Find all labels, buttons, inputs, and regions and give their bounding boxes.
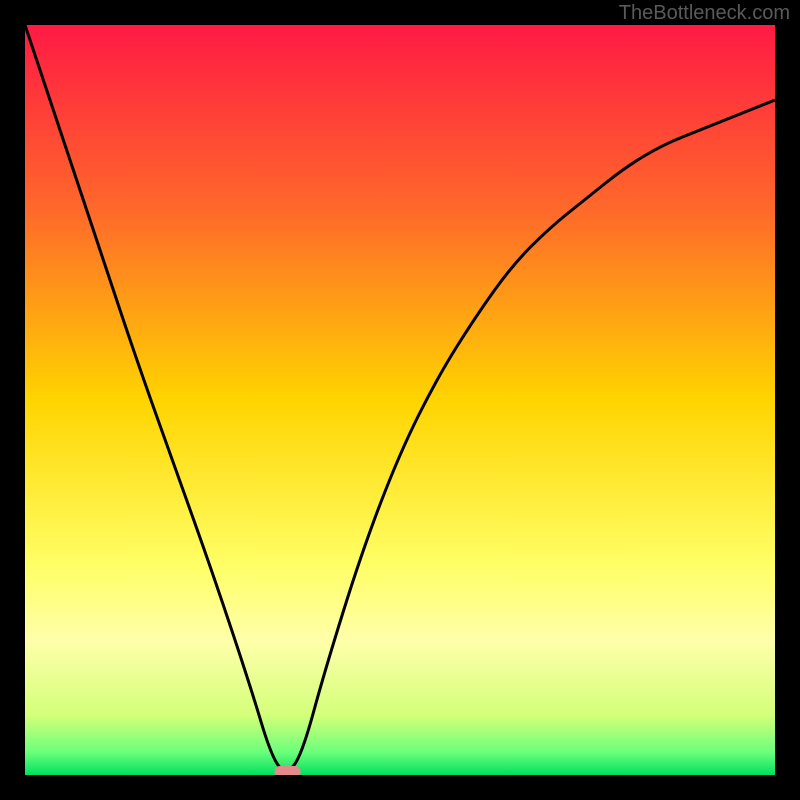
optimal-point-marker <box>275 766 301 775</box>
chart-svg <box>25 25 775 775</box>
watermark-text: TheBottleneck.com <box>619 2 790 25</box>
bottleneck-chart <box>25 25 775 775</box>
gradient-background <box>25 25 775 775</box>
